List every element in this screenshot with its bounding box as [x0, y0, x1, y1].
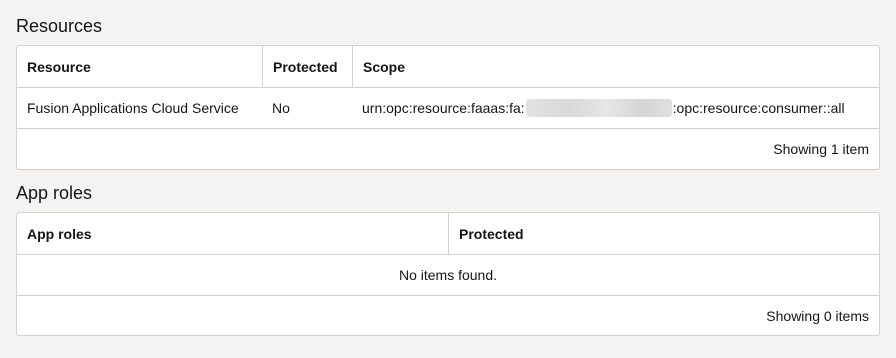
column-header-protected[interactable]: Protected — [448, 213, 879, 254]
cell-scope: urn:opc:resource:faaas:fa: :opc:resource:… — [352, 88, 879, 128]
column-header-scope[interactable]: Scope — [352, 46, 879, 87]
resources-section-title: Resources — [16, 16, 103, 36]
scope-prefix: urn:opc:resource:faaas:fa: — [362, 100, 525, 116]
empty-row: No items found. — [17, 255, 879, 296]
column-header-protected[interactable]: Protected — [262, 46, 352, 87]
resources-table-footer: Showing 1 item — [773, 141, 869, 157]
resources-table-header: Resource Protected Scope — [17, 46, 879, 88]
app-roles-table-header: App roles Protected — [17, 213, 879, 255]
scope-suffix: :opc:resource:consumer::all — [672, 100, 845, 116]
redacted-blur — [525, 99, 672, 117]
app-roles-table: App roles Protected No items found. Show… — [16, 212, 880, 336]
column-header-resource[interactable]: Resource — [17, 46, 262, 87]
table-row: Fusion Applications Cloud Service No urn… — [17, 88, 879, 129]
cell-resource: Fusion Applications Cloud Service — [27, 100, 239, 116]
column-header-app-roles[interactable]: App roles — [17, 213, 448, 254]
cell-protected: No — [272, 100, 290, 116]
resources-table: Resource Protected Scope Fusion Applicat… — [16, 45, 880, 170]
app-roles-section-title: App roles — [16, 183, 93, 203]
app-roles-table-footer: Showing 0 items — [766, 308, 869, 324]
empty-message: No items found. — [398, 267, 498, 283]
